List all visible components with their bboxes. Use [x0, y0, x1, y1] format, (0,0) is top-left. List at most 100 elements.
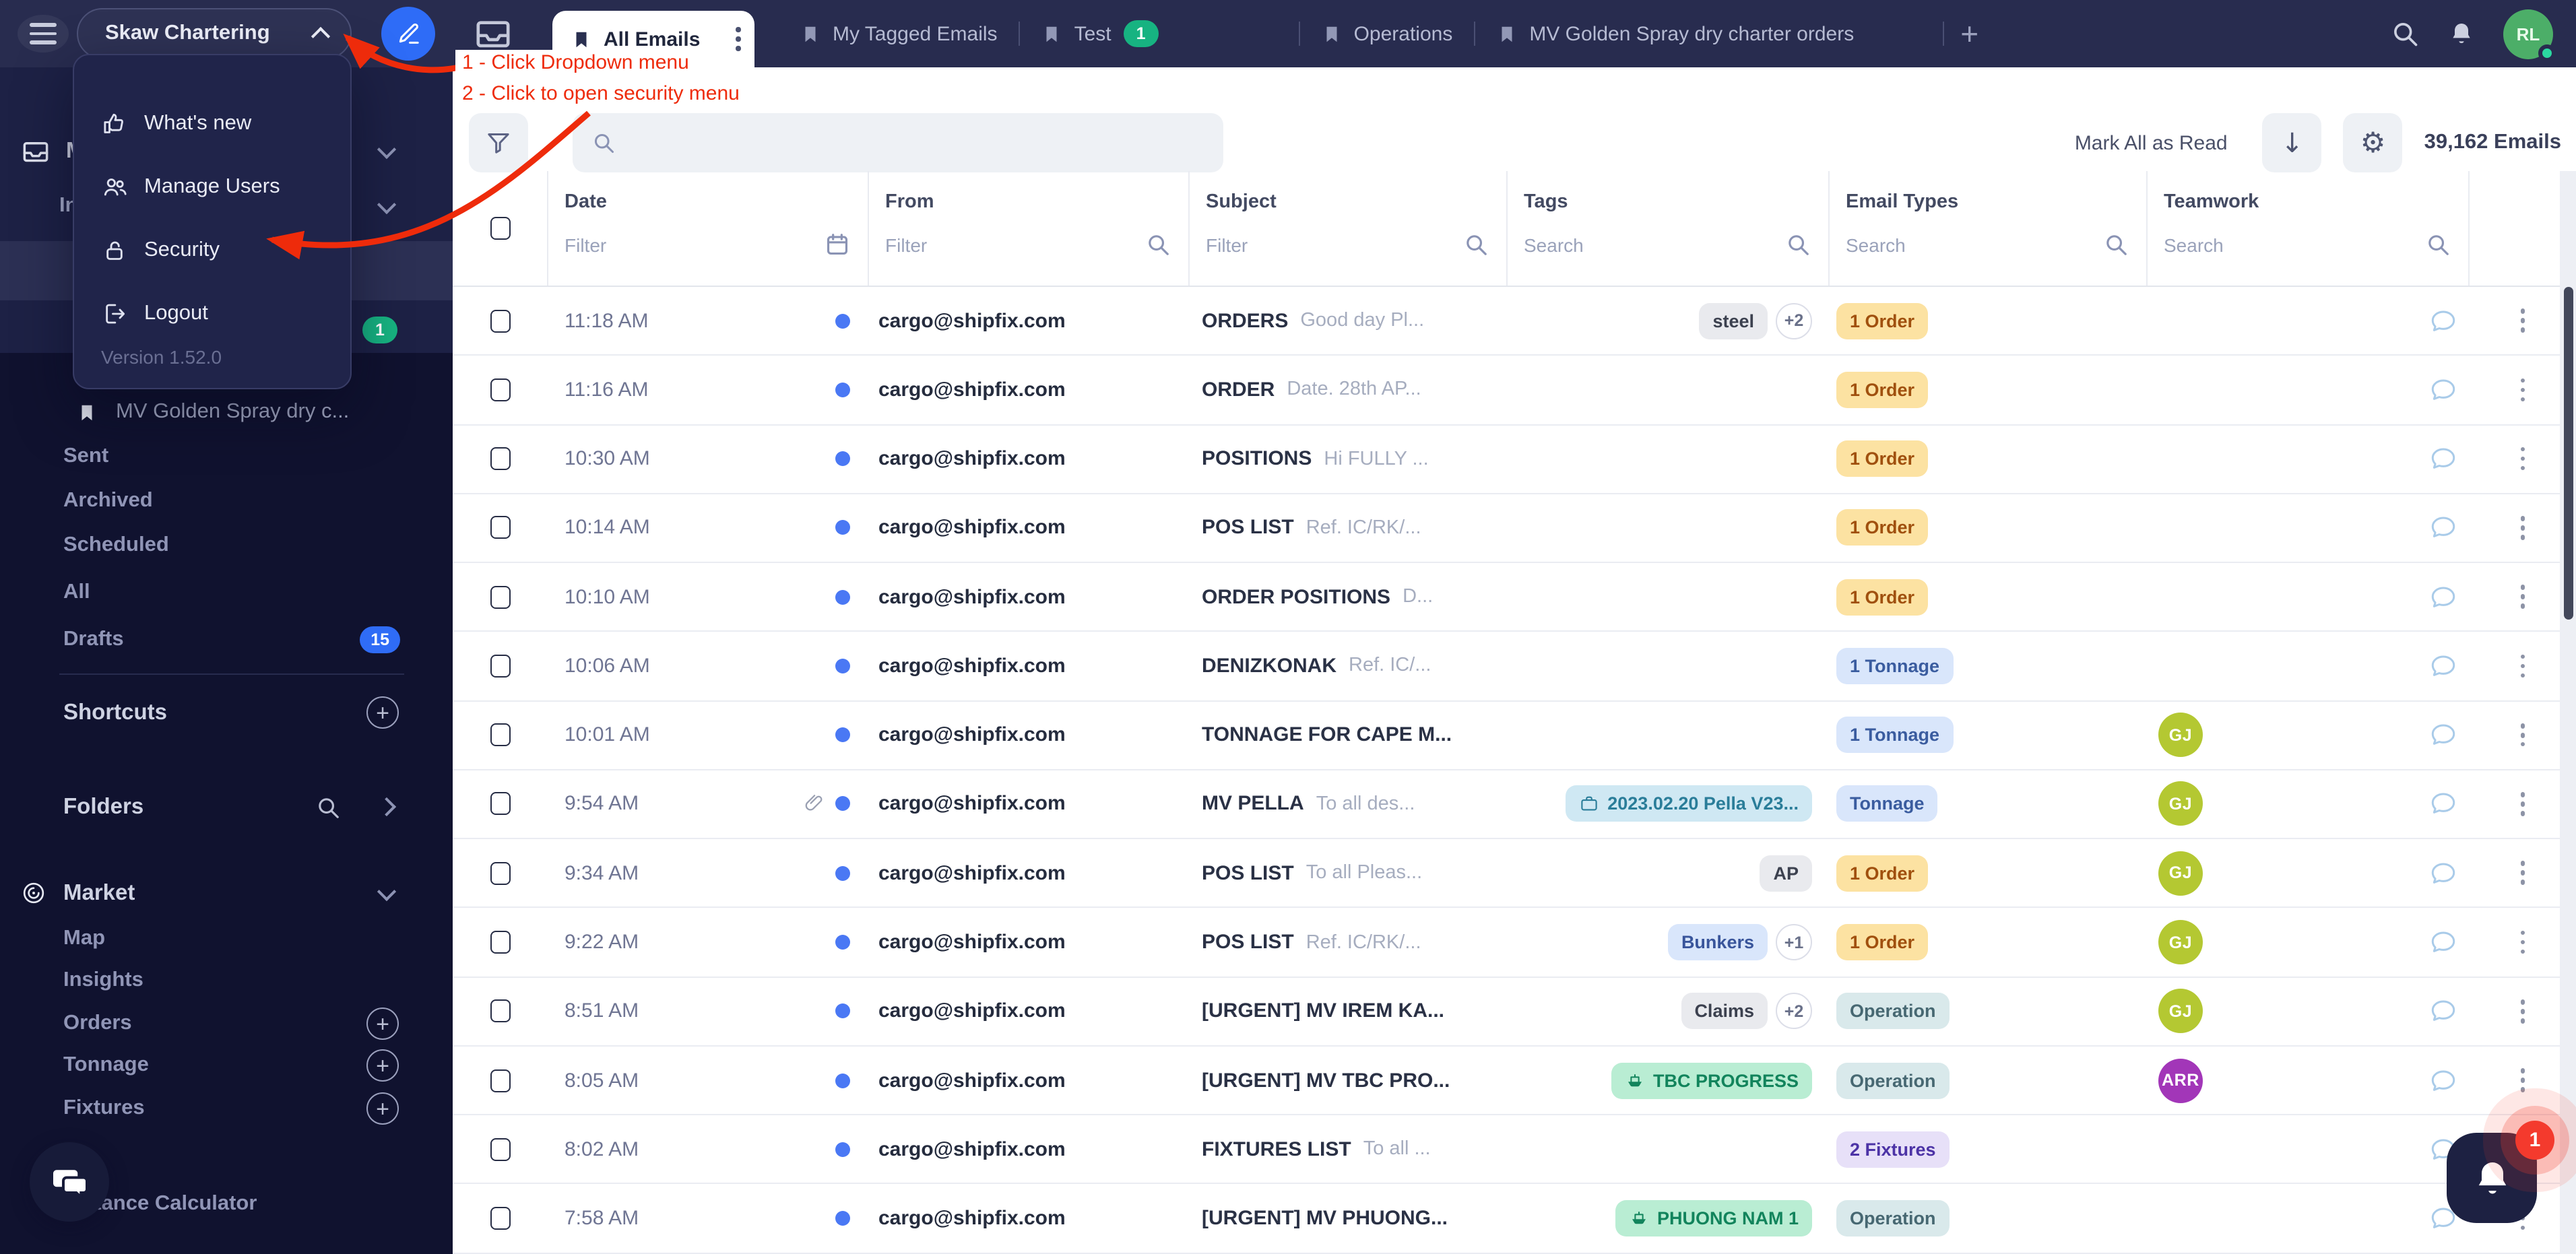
email-row[interactable]: 7:58 AMcargo@shipfix.com[URGENT] MV PHUO… [453, 1185, 2576, 1254]
email-row[interactable]: 10:10 AMcargo@shipfix.comORDER POSITIONS… [453, 563, 2576, 632]
row-menu-icon[interactable] [2520, 790, 2525, 818]
tag-pill[interactable]: +2 [1776, 302, 1812, 339]
row-menu-icon[interactable] [2520, 997, 2525, 1026]
search-icon[interactable] [2390, 19, 2420, 48]
tag-pill[interactable]: +2 [1776, 993, 1812, 1030]
tag-pill[interactable]: Claims [1681, 993, 1768, 1030]
email-type-pill[interactable]: 1 Order [1836, 510, 1928, 546]
email-type-pill[interactable]: 1 Order [1836, 855, 1928, 892]
new-tab-button[interactable]: + [1944, 15, 1995, 52]
teammate-avatar[interactable]: GJ [2158, 713, 2203, 757]
add-shortcut-button[interactable]: + [366, 696, 399, 729]
chat-bubble-icon[interactable] [2429, 306, 2457, 335]
tag-pill[interactable]: Bunkers [1668, 924, 1768, 960]
sidebar-folders[interactable]: Folders [0, 785, 453, 828]
email-row[interactable]: 8:05 AMcargo@shipfix.com[URGENT] MV TBC … [453, 1047, 2576, 1116]
email-type-pill[interactable]: 1 Order [1836, 372, 1928, 408]
email-type-pill[interactable]: 1 Order [1836, 440, 1928, 477]
add-tonnage-button[interactable]: + [366, 1049, 399, 1082]
tab-test[interactable]: Test1 [1021, 20, 1180, 47]
user-avatar[interactable]: RL [2503, 9, 2553, 59]
column-filter[interactable]: Filter [885, 232, 1171, 257]
mark-all-as-read-button[interactable]: Mark All as Read [2075, 131, 2228, 154]
menu-item-what-s-new[interactable]: What's new [74, 92, 350, 155]
email-type-pill[interactable]: 1 Tonnage [1836, 717, 1953, 753]
notification-widget-button[interactable]: 1 [2447, 1133, 2537, 1223]
email-row[interactable]: 10:06 AMcargo@shipfix.comDENIZKONAKRef. … [453, 632, 2576, 702]
add-orders-button[interactable]: + [366, 1008, 399, 1040]
email-row[interactable]: 10:14 AMcargo@shipfix.comPOS LISTRef. IC… [453, 494, 2576, 564]
add-fixtures-button[interactable]: + [366, 1092, 399, 1125]
email-type-pill[interactable]: 1 Tonnage [1836, 648, 1953, 684]
sidebar-item-pinned-view[interactable]: MV Golden Spray dry c... [0, 395, 453, 430]
email-row[interactable]: 9:54 AMcargo@shipfix.comMV PELLATo all d… [453, 770, 2576, 840]
sidebar-market-header[interactable]: Market [0, 871, 453, 915]
chat-bubble-icon[interactable] [2429, 928, 2457, 956]
inbox-tray-icon[interactable] [474, 15, 512, 53]
sidebar-item-orders[interactable]: Orders+ [0, 1008, 453, 1040]
checkbox[interactable] [490, 585, 511, 608]
checkbox[interactable] [490, 723, 511, 746]
tag-pill[interactable]: PHUONG NAM 1 [1615, 1200, 1812, 1236]
row-menu-icon[interactable] [2520, 583, 2525, 611]
row-menu-icon[interactable] [2520, 859, 2525, 888]
tab-menu-icon[interactable] [736, 25, 741, 53]
tag-pill[interactable]: AP [1760, 855, 1812, 892]
compose-button[interactable] [381, 7, 435, 61]
sidebar-item-tonnage[interactable]: Tonnage+ [0, 1049, 453, 1082]
email-type-pill[interactable]: Operation [1836, 1062, 1950, 1098]
chat-bubble-icon[interactable] [2429, 1066, 2457, 1094]
checkbox[interactable] [490, 655, 511, 678]
checkbox[interactable] [490, 1138, 511, 1161]
tag-pill[interactable]: steel [1699, 302, 1768, 339]
settings-button[interactable]: ⚙ [2344, 113, 2403, 172]
search-input[interactable] [573, 113, 1223, 172]
chat-bubble-icon[interactable] [2429, 859, 2457, 888]
checkbox[interactable] [490, 309, 511, 332]
filter-button[interactable] [469, 113, 528, 172]
chat-bubble-icon[interactable] [2429, 444, 2457, 473]
email-type-pill[interactable]: 1 Order [1836, 579, 1928, 615]
email-row[interactable]: 11:16 AMcargo@shipfix.comORDERDate. 28th… [453, 356, 2576, 426]
checkbox[interactable] [490, 1069, 511, 1092]
sidebar-shortcuts[interactable]: Shortcuts + [0, 692, 453, 733]
row-menu-icon[interactable] [2520, 928, 2525, 956]
sidebar-item-archived[interactable]: Archived [0, 485, 453, 517]
checkbox[interactable] [490, 1000, 511, 1023]
checkbox[interactable] [490, 793, 511, 816]
column-filter[interactable]: Filter [565, 232, 850, 257]
teammate-avatar[interactable]: GJ [2158, 782, 2203, 826]
tab-operations[interactable]: Operations [1300, 22, 1475, 45]
chat-bubble-icon[interactable] [2429, 997, 2457, 1026]
email-row[interactable]: 8:02 AMcargo@shipfix.comFIXTURES LISTTo … [453, 1115, 2576, 1185]
row-menu-icon[interactable] [2520, 652, 2525, 680]
email-type-pill[interactable]: 1 Order [1836, 302, 1928, 339]
checkbox[interactable] [490, 862, 511, 885]
tag-pill[interactable]: +1 [1776, 924, 1812, 960]
sidebar-item-insights[interactable]: Insights [0, 964, 453, 997]
teammate-avatar[interactable]: GJ [2158, 851, 2203, 896]
column-filter[interactable]: Search [1524, 232, 1811, 257]
row-menu-icon[interactable] [2520, 376, 2525, 404]
email-row[interactable]: 9:22 AMcargo@shipfix.comPOS LISTRef. IC/… [453, 909, 2576, 978]
email-type-pill[interactable]: 1 Order [1836, 924, 1928, 960]
tab-mv-golden-spray-dry-charter-orders[interactable]: MV Golden Spray dry charter orders [1475, 22, 1875, 45]
row-menu-icon[interactable] [2520, 306, 2525, 335]
row-menu-icon[interactable] [2520, 444, 2525, 473]
column-filter[interactable]: Search [2164, 232, 2451, 257]
email-row[interactable]: 8:51 AMcargo@shipfix.com[URGENT] MV IREM… [453, 977, 2576, 1047]
sidebar-item-drafts[interactable]: Drafts15 [0, 624, 453, 656]
tag-pill[interactable]: 2023.02.20 Pella V23... [1566, 786, 1812, 822]
menu-item-manage-users[interactable]: Manage Users [74, 155, 350, 218]
menu-item-logout[interactable]: Logout [74, 282, 350, 345]
chat-bubble-icon[interactable] [2429, 721, 2457, 749]
checkbox[interactable] [490, 447, 511, 470]
chat-bubble-icon[interactable] [2429, 376, 2457, 404]
hamburger-menu-icon[interactable] [18, 15, 69, 53]
bell-icon[interactable] [2448, 20, 2475, 47]
sidebar-item-all[interactable]: All [0, 576, 453, 609]
checkbox[interactable] [490, 1207, 511, 1230]
chat-bubble-icon[interactable] [2429, 514, 2457, 542]
teammate-avatar[interactable]: ARR [2158, 1058, 2203, 1102]
sidebar-item-sent[interactable]: Sent [0, 440, 453, 473]
